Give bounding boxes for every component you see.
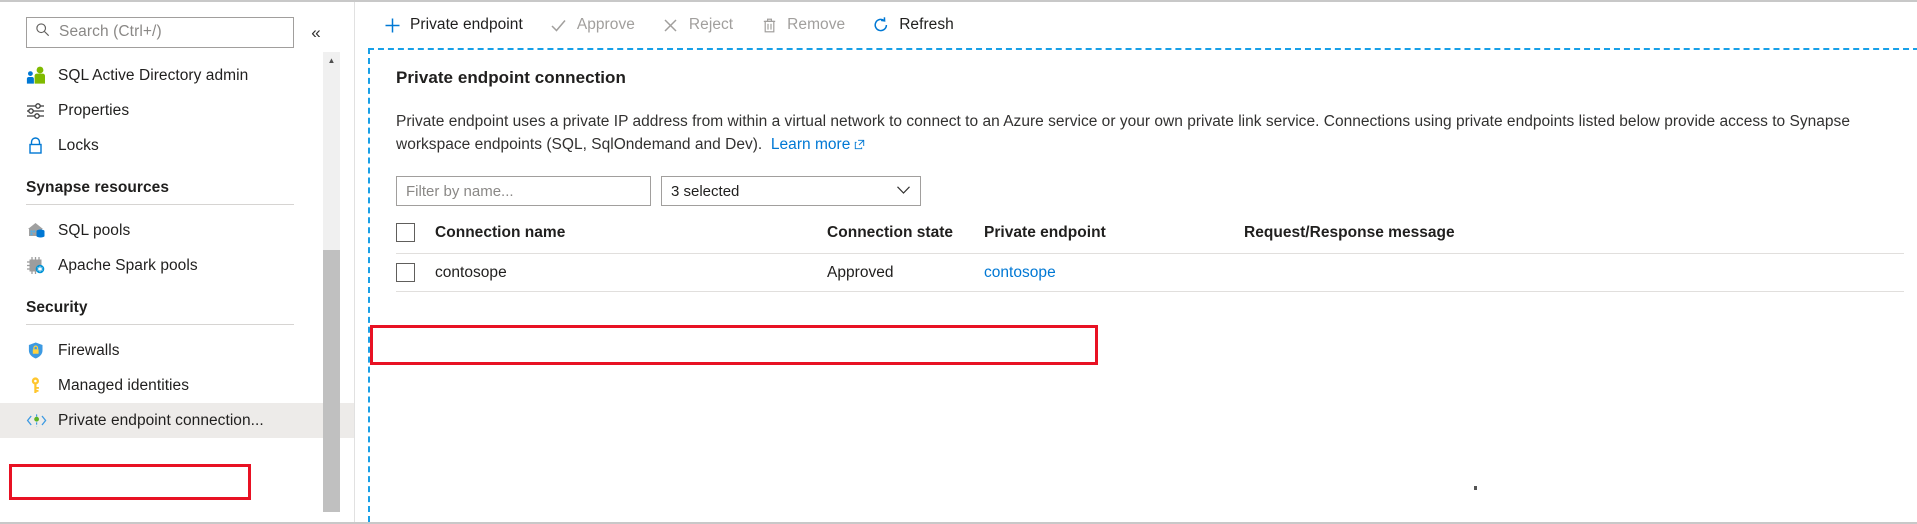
panel-description: Private endpoint uses a private IP addre… (396, 110, 1893, 157)
sidebar-group-synapse-resources: Synapse resources (0, 163, 354, 205)
filter-by-name-input[interactable]: Filter by name... (396, 176, 651, 206)
search-placeholder-text: Search (Ctrl+/) (59, 23, 162, 41)
sidebar-item-label: Managed identities (58, 377, 189, 395)
scroll-up-arrow-icon[interactable]: ▲ (323, 52, 340, 69)
key-icon (26, 376, 50, 396)
sidebar-search-row: Search (Ctrl+/) « (0, 2, 354, 58)
panel-inner: Private endpoint connection Private endp… (370, 50, 1917, 292)
cell-connection-name: contosope (435, 254, 827, 292)
search-input[interactable]: Search (Ctrl+/) (26, 17, 294, 48)
cell-connection-state: Approved (827, 254, 984, 292)
sidebar-item-label: Firewalls (58, 342, 120, 360)
command-label: Private endpoint (410, 16, 523, 34)
row-checkbox[interactable] (396, 263, 415, 282)
external-link-icon (854, 134, 865, 157)
annotation-highlight-table-row (370, 325, 1098, 365)
private-endpoint-icon (26, 411, 50, 431)
column-header-connection-state[interactable]: Connection state (827, 223, 984, 254)
scrollbar-thumb[interactable] (323, 250, 340, 512)
sql-pools-icon (26, 221, 50, 241)
select-all-checkbox[interactable] (396, 223, 415, 242)
description-text: Private endpoint uses a private IP addre… (396, 113, 1850, 153)
private-endpoint-connections-table: Connection name Connection state Private… (396, 223, 1904, 292)
sidebar-item-label: SQL Active Directory admin (58, 67, 248, 85)
reject-button[interactable]: Reject (661, 9, 733, 41)
annotation-highlight-sidebar-item (9, 464, 251, 500)
column-header-request-response-message[interactable]: Request/Response message (1244, 223, 1904, 254)
apache-spark-pools-icon (26, 256, 50, 276)
spacer (0, 205, 354, 213)
command-bar: Private endpoint Approve Reject (355, 2, 1917, 48)
sidebar-item-firewalls[interactable]: Firewalls (0, 333, 354, 368)
sidebar-group-title: Synapse resources (26, 179, 328, 197)
column-header-connection-name[interactable]: Connection name (435, 223, 827, 254)
learn-more-label: Learn more (771, 136, 850, 153)
connection-state-filter-dropdown[interactable]: 3 selected (661, 176, 921, 206)
cell-request-response-message (1244, 254, 1904, 292)
collapse-menu-button[interactable]: « (300, 16, 332, 48)
table-header-row: Connection name Connection state Private… (396, 223, 1904, 254)
sidebar-item-sql-active-directory-admin[interactable]: SQL Active Directory admin (0, 58, 354, 93)
refresh-icon (871, 15, 891, 35)
sidebar-item-label: Locks (58, 137, 99, 155)
column-header-private-endpoint[interactable]: Private endpoint (984, 223, 1244, 254)
chevron-down-icon (896, 182, 911, 200)
sidebar-item-label: SQL pools (58, 222, 130, 240)
active-directory-admin-icon (26, 66, 50, 86)
select-all-header (396, 223, 435, 254)
filter-row: Filter by name... 3 selected (396, 176, 1893, 206)
search-icon (35, 22, 50, 42)
sidebar-scrollbar[interactable]: ▲ (323, 52, 340, 512)
sidebar-group-security: Security (0, 283, 354, 325)
row-select-cell (396, 254, 435, 292)
remove-button[interactable]: Remove (759, 9, 845, 41)
refresh-button[interactable]: Refresh (871, 9, 954, 41)
sidebar-item-label: Apache Spark pools (58, 257, 198, 275)
sidebar-item-private-endpoint-connections[interactable]: Private endpoint connection... (0, 403, 354, 438)
lock-icon (26, 136, 50, 156)
learn-more-link[interactable]: Learn more (771, 136, 865, 153)
filter-placeholder-text: Filter by name... (406, 183, 514, 200)
command-label: Reject (689, 16, 733, 34)
private-endpoint-button[interactable]: Private endpoint (382, 9, 523, 41)
image-artifact-speck (1474, 486, 1477, 490)
private-endpoint-panel: Private endpoint connection Private endp… (368, 48, 1917, 522)
spacer (0, 325, 354, 333)
trash-icon (759, 15, 779, 35)
command-label: Approve (577, 16, 635, 34)
private-endpoint-link[interactable]: contosope (984, 264, 1056, 281)
sidebar-item-apache-spark-pools[interactable]: Apache Spark pools (0, 248, 354, 283)
sidebar-item-label: Properties (58, 102, 129, 120)
properties-sliders-icon (26, 101, 50, 121)
dropdown-selected-value: 3 selected (671, 183, 739, 200)
command-label: Refresh (899, 16, 954, 34)
sidebar-item-properties[interactable]: Properties (0, 93, 354, 128)
plus-icon (382, 15, 402, 35)
blade-content: Private endpoint Approve Reject (355, 2, 1917, 522)
sidebar-item-sql-pools[interactable]: SQL pools (0, 213, 354, 248)
checkmark-icon (549, 15, 569, 35)
shield-icon (26, 341, 50, 361)
page-title: Private endpoint connection (396, 68, 1893, 88)
approve-button[interactable]: Approve (549, 9, 635, 41)
table-row[interactable]: contosope Approved contosope (396, 254, 1904, 292)
sidebar-item-locks[interactable]: Locks (0, 128, 354, 163)
command-label: Remove (787, 16, 845, 34)
resource-menu-sidebar: Search (Ctrl+/) « SQL Active Directory a… (0, 2, 355, 522)
cell-private-endpoint: contosope (984, 254, 1244, 292)
cross-icon (661, 15, 681, 35)
resource-menu-list: SQL Active Directory admin (0, 58, 354, 438)
azure-portal-blade: Search (Ctrl+/) « SQL Active Directory a… (0, 0, 1917, 524)
sidebar-group-title: Security (26, 299, 328, 317)
sidebar-item-managed-identities[interactable]: Managed identities (0, 368, 354, 403)
sidebar-item-label: Private endpoint connection... (58, 412, 264, 430)
